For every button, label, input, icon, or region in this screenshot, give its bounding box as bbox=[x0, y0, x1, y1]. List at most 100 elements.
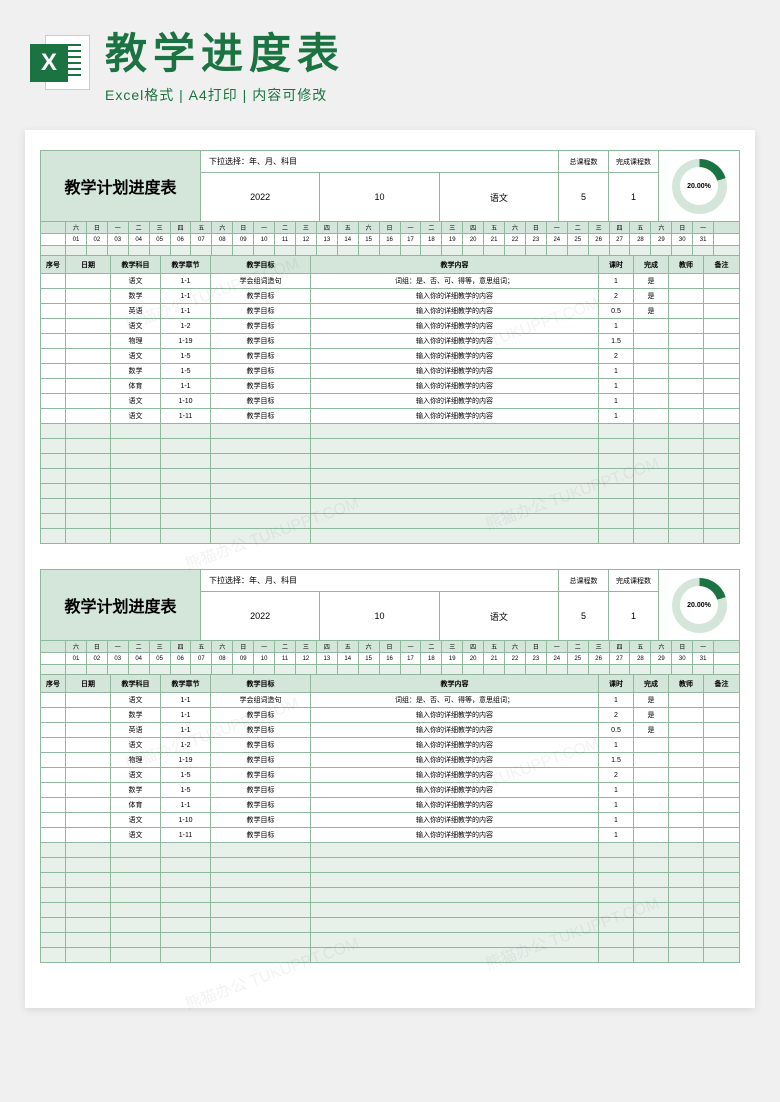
table-row-empty[interactable] bbox=[41, 917, 739, 932]
day-cell: 20 bbox=[463, 653, 484, 664]
filter-subject[interactable]: 语文 bbox=[440, 592, 558, 640]
table-row[interactable]: 物理1-19教学目标输入你的详细教学的内容1.5 bbox=[41, 333, 739, 348]
table-row[interactable]: 语文1-10教学目标输入你的详细教学的内容1 bbox=[41, 393, 739, 408]
weekday-cell: 六 bbox=[651, 641, 672, 652]
table-row[interactable]: 物理1-19教学目标输入你的详细教学的内容1.5 bbox=[41, 752, 739, 767]
progress-chart: 20.00% bbox=[659, 151, 739, 221]
day-cell: 16 bbox=[380, 653, 401, 664]
table-row[interactable]: 英语1-1教学目标输入你的详细教学的内容0.5是 bbox=[41, 722, 739, 737]
table-row[interactable]: 语文1-11教学目标输入你的详细教学的内容1 bbox=[41, 827, 739, 842]
day-cell: 11 bbox=[275, 653, 296, 664]
weekday-cell: 一 bbox=[401, 222, 422, 233]
weekday-cell: 三 bbox=[589, 222, 610, 233]
table-row-empty[interactable] bbox=[41, 438, 739, 453]
table-row[interactable]: 语文1-10教学目标输入你的详细教学的内容1 bbox=[41, 812, 739, 827]
weekday-cell: 四 bbox=[317, 641, 338, 652]
day-cell: 12 bbox=[296, 234, 317, 245]
main-title: 教学进度表 bbox=[105, 20, 750, 81]
weekday-cell: 六 bbox=[66, 641, 87, 652]
day-cell: 08 bbox=[212, 234, 233, 245]
table-row-empty[interactable] bbox=[41, 872, 739, 887]
day-cell: 06 bbox=[171, 653, 192, 664]
weekday-cell: 四 bbox=[610, 222, 631, 233]
weekday-cell: 日 bbox=[233, 641, 254, 652]
day-cell: 01 bbox=[66, 653, 87, 664]
weekday-cell: 四 bbox=[610, 641, 631, 652]
table-row-empty[interactable] bbox=[41, 947, 739, 962]
day-cell: 13 bbox=[317, 653, 338, 664]
table-row[interactable]: 数学1-5教学目标输入你的详细教学的内容1 bbox=[41, 363, 739, 378]
table-row[interactable]: 语文1-1学会组词造句词组：是、否、可、得等，意思组词；1是 bbox=[41, 273, 739, 288]
day-cell: 02 bbox=[87, 234, 108, 245]
spreadsheet: 教学计划进度表下拉选择：年、月、科目202210语文总课程数5完成课程数120.… bbox=[40, 150, 740, 544]
day-cell: 05 bbox=[150, 234, 171, 245]
day-cell: 31 bbox=[693, 653, 714, 664]
day-cell: 15 bbox=[359, 234, 380, 245]
day-cell: 15 bbox=[359, 653, 380, 664]
day-cell: 21 bbox=[484, 234, 505, 245]
table-row-empty[interactable] bbox=[41, 887, 739, 902]
stat-total: 5 bbox=[559, 173, 608, 221]
weekday-cell: 三 bbox=[442, 222, 463, 233]
filter-month[interactable]: 10 bbox=[320, 173, 439, 221]
table-row-empty[interactable] bbox=[41, 498, 739, 513]
table-row[interactable]: 语文1-1学会组词造句词组：是、否、可、得等，意思组词；1是 bbox=[41, 692, 739, 707]
table-row[interactable]: 数学1-1教学目标输入你的详细教学的内容2是 bbox=[41, 288, 739, 303]
table-row[interactable]: 体育1-1教学目标输入你的详细教学的内容1 bbox=[41, 797, 739, 812]
table-row[interactable]: 语文1-11教学目标输入你的详细教学的内容1 bbox=[41, 408, 739, 423]
day-cell: 03 bbox=[108, 234, 129, 245]
page-header: X 教学进度表 Excel格式 | A4打印 | 内容可修改 bbox=[0, 0, 780, 115]
day-cell: 26 bbox=[589, 653, 610, 664]
day-cell: 12 bbox=[296, 653, 317, 664]
weekday-cell: 六 bbox=[359, 641, 380, 652]
weekday-cell: 四 bbox=[463, 641, 484, 652]
calendar-days: 0102030405060708091011121314151617181920… bbox=[41, 233, 739, 245]
day-cell: 10 bbox=[254, 653, 275, 664]
stat-done-label: 完成课程数 bbox=[609, 151, 658, 173]
stat-done-label: 完成课程数 bbox=[609, 570, 658, 592]
weekday-cell: 五 bbox=[191, 222, 212, 233]
day-cell: 14 bbox=[338, 653, 359, 664]
day-cell: 02 bbox=[87, 653, 108, 664]
weekday-cell: 四 bbox=[171, 222, 192, 233]
filter-subject[interactable]: 语文 bbox=[440, 173, 558, 221]
table-row[interactable]: 语文1-2教学目标输入你的详细教学的内容1 bbox=[41, 737, 739, 752]
table-row-empty[interactable] bbox=[41, 453, 739, 468]
sub-title: Excel格式 | A4打印 | 内容可修改 bbox=[105, 85, 750, 105]
day-cell: 04 bbox=[129, 653, 150, 664]
table-row[interactable]: 语文1-5教学目标输入你的详细教学的内容2 bbox=[41, 767, 739, 782]
table-row[interactable]: 语文1-5教学目标输入你的详细教学的内容2 bbox=[41, 348, 739, 363]
table-row-empty[interactable] bbox=[41, 842, 739, 857]
day-cell: 27 bbox=[610, 234, 631, 245]
table-row-empty[interactable] bbox=[41, 528, 739, 543]
filter-label: 下拉选择：年、月、科目 bbox=[201, 570, 558, 592]
day-cell: 14 bbox=[338, 234, 359, 245]
day-cell: 08 bbox=[212, 653, 233, 664]
table-row[interactable]: 英语1-1教学目标输入你的详细教学的内容0.5是 bbox=[41, 303, 739, 318]
table-row[interactable]: 数学1-5教学目标输入你的详细教学的内容1 bbox=[41, 782, 739, 797]
filter-year[interactable]: 2022 bbox=[201, 173, 320, 221]
day-cell: 28 bbox=[630, 234, 651, 245]
filter-year[interactable]: 2022 bbox=[201, 592, 320, 640]
table-row-empty[interactable] bbox=[41, 483, 739, 498]
filter-month[interactable]: 10 bbox=[320, 592, 439, 640]
preview-area: 教学计划进度表下拉选择：年、月、科目202210语文总课程数5完成课程数120.… bbox=[25, 130, 755, 1008]
day-cell: 22 bbox=[505, 234, 526, 245]
day-cell: 29 bbox=[651, 653, 672, 664]
spreadsheet: 教学计划进度表下拉选择：年、月、科目202210语文总课程数5完成课程数120.… bbox=[40, 569, 740, 963]
table-row-empty[interactable] bbox=[41, 902, 739, 917]
table-row-empty[interactable] bbox=[41, 468, 739, 483]
progress-chart: 20.00% bbox=[659, 570, 739, 640]
table-row-empty[interactable] bbox=[41, 932, 739, 947]
table-row-empty[interactable] bbox=[41, 423, 739, 438]
table-row[interactable]: 数学1-1教学目标输入你的详细教学的内容2是 bbox=[41, 707, 739, 722]
weekday-cell: 六 bbox=[66, 222, 87, 233]
weekday-cell: 六 bbox=[359, 222, 380, 233]
table-row[interactable]: 体育1-1教学目标输入你的详细教学的内容1 bbox=[41, 378, 739, 393]
table-row-empty[interactable] bbox=[41, 857, 739, 872]
day-cell: 27 bbox=[610, 653, 631, 664]
day-cell: 22 bbox=[505, 653, 526, 664]
table-row-empty[interactable] bbox=[41, 513, 739, 528]
calendar-weekdays: 六日一二三四五六日一二三四五六日一二三四五六日一二三四五六日一 bbox=[41, 640, 739, 652]
table-row[interactable]: 语文1-2教学目标输入你的详细教学的内容1 bbox=[41, 318, 739, 333]
